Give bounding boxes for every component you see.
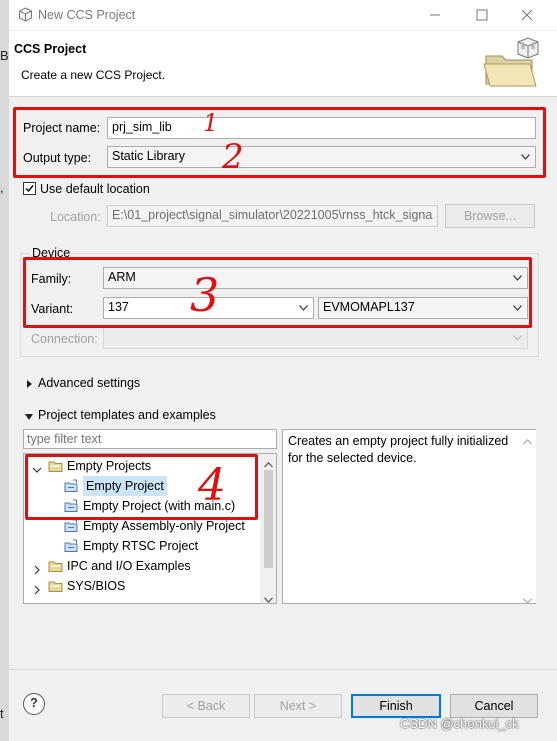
use-default-location-label: Use default location (40, 182, 150, 196)
tree-scrollbar[interactable] (260, 454, 276, 603)
help-icon: ? (30, 696, 38, 710)
browse-button[interactable]: Browse... (445, 204, 535, 228)
template-description-text: Creates an empty project fully initializ… (288, 434, 509, 465)
close-button[interactable] (516, 4, 538, 26)
banner-title: CCS Project (14, 42, 87, 56)
scroll-down-icon[interactable] (523, 592, 532, 609)
collapse-arrow-icon[interactable] (24, 410, 34, 420)
finish-button[interactable]: Finish (351, 694, 441, 718)
desktop-background: B , t (0, 0, 9, 741)
annotation-box-device (23, 257, 532, 328)
desktop-fragment: t (0, 706, 4, 721)
description-scrollbar[interactable] (519, 430, 536, 604)
chevron-down-icon (513, 335, 522, 341)
project-template-icon (64, 519, 79, 533)
scroll-down-icon[interactable] (264, 592, 273, 603)
tree-folder-row[interactable]: IPC and I/O Examples (24, 556, 260, 576)
scroll-up-icon[interactable] (523, 433, 532, 450)
next-button[interactable]: Next > (254, 694, 342, 718)
annotation-number-4: 4 (198, 460, 226, 511)
project-folder-icon (482, 36, 540, 90)
desktop-fragment: B (0, 48, 9, 63)
connection-select[interactable] (103, 327, 528, 349)
tree-item-label: SYS/BIOS (67, 579, 126, 593)
cancel-button[interactable]: Cancel (450, 694, 538, 718)
back-button[interactable]: < Back (162, 694, 250, 718)
scroll-up-icon[interactable] (264, 457, 273, 471)
expand-arrow-icon[interactable] (26, 378, 34, 388)
use-default-location-checkbox[interactable] (23, 182, 36, 195)
expand-chevron-right-icon[interactable] (32, 561, 42, 575)
watermark: CSDN @chenkui_ck (400, 716, 519, 731)
maximize-button[interactable] (471, 4, 493, 26)
folder-icon (48, 579, 63, 593)
template-filter-input[interactable] (23, 429, 277, 449)
banner-description: Create a new CCS Project. (21, 68, 166, 82)
location-input[interactable]: E:\01_project\signal_simulator\20221005\… (107, 205, 438, 227)
check-icon (25, 185, 34, 193)
annotation-number-2: 2 (222, 137, 244, 177)
minimize-button[interactable] (424, 4, 446, 26)
project-template-icon (64, 539, 79, 553)
tree-template-row[interactable]: Empty RTSC Project (24, 536, 260, 556)
annotation-number-1: 1 (203, 109, 219, 137)
advanced-settings-toggle[interactable]: Advanced settings (38, 376, 140, 390)
wizard-banner (9, 31, 557, 97)
app-cube-icon (18, 7, 33, 22)
expand-chevron-right-icon[interactable] (32, 581, 42, 595)
desktop-fragment: , (0, 180, 4, 195)
tree-item-label: Empty RTSC Project (83, 539, 199, 553)
tree-item-label: IPC and I/O Examples (67, 559, 191, 573)
help-button[interactable]: ? (23, 693, 45, 715)
tree-scroll-thumb[interactable] (264, 470, 273, 568)
tree-folder-row[interactable]: SYS/BIOS (24, 576, 260, 596)
template-description: Creates an empty project fully initializ… (282, 429, 536, 604)
annotation-box-project (13, 107, 546, 178)
folder-icon (48, 559, 63, 573)
annotation-number-3: 3 (190, 268, 220, 322)
project-templates-toggle[interactable]: Project templates and examples (38, 408, 216, 422)
connection-label: Connection: (31, 332, 98, 346)
location-label: Location: (50, 210, 101, 224)
window-title: New CCS Project (38, 8, 136, 22)
